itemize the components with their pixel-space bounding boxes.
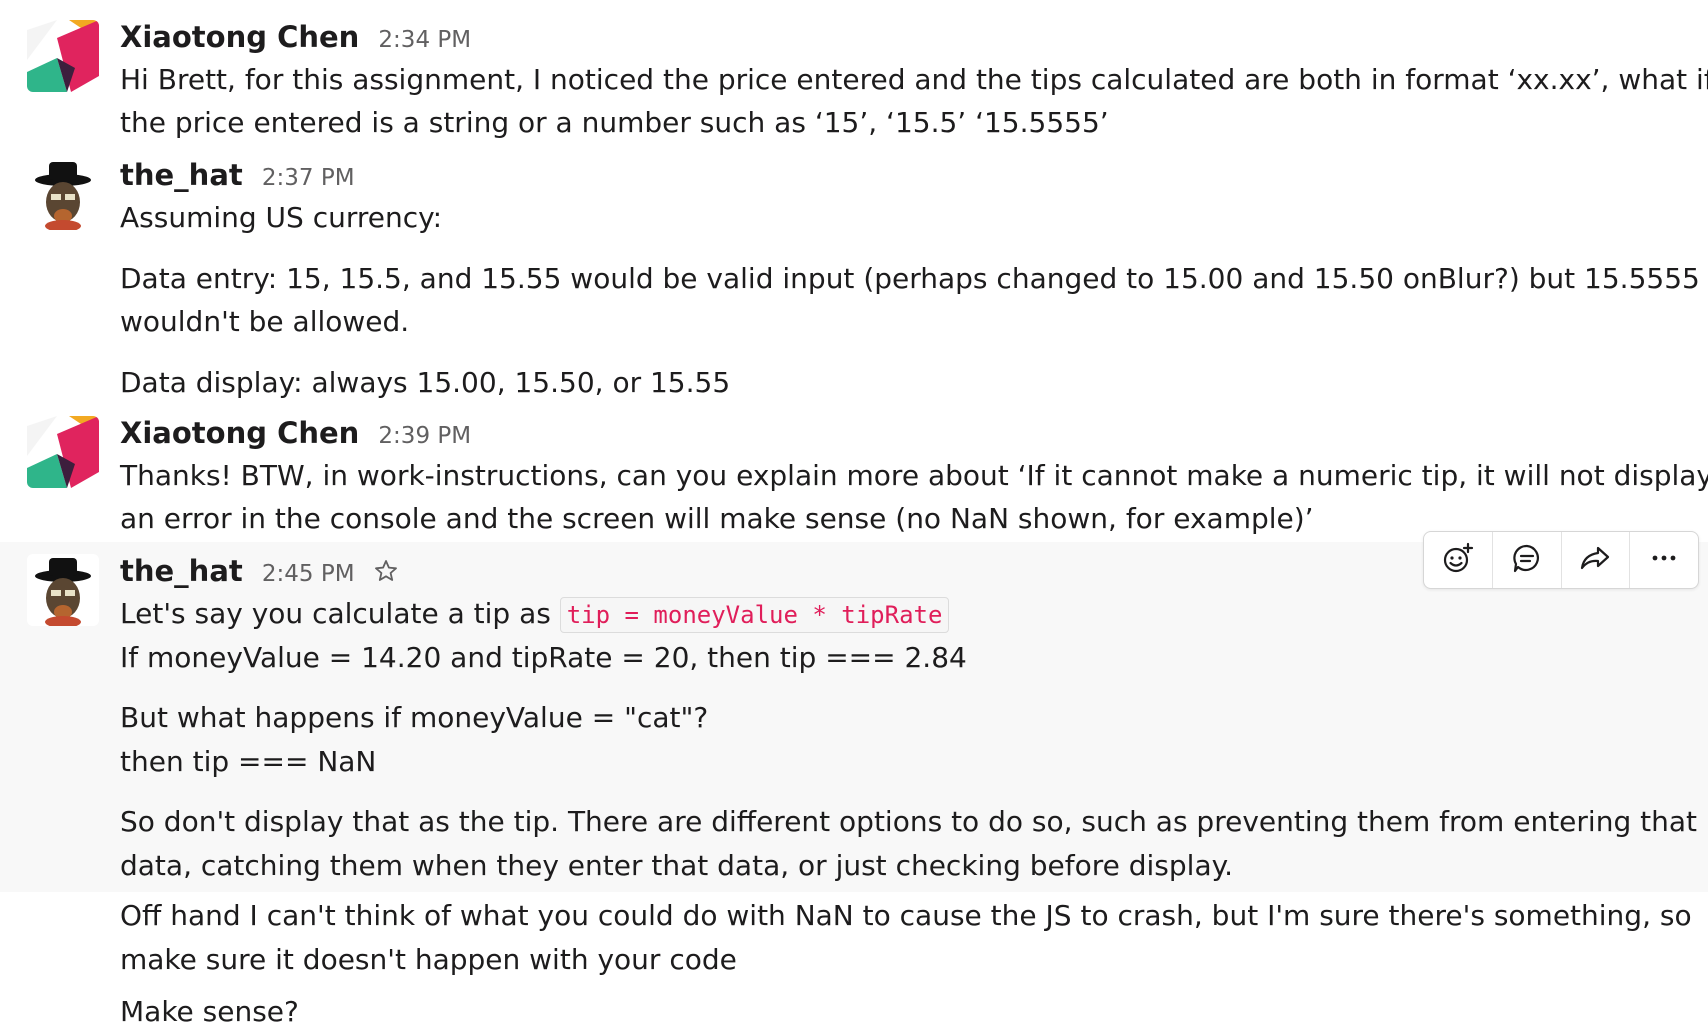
message-item: Xiaotong Chen 2:34 PM Hi Brett, for this… bbox=[0, 0, 1708, 140]
share-message-icon bbox=[1578, 541, 1612, 579]
xiaotong-avatar[interactable] bbox=[27, 20, 99, 92]
message-timestamp[interactable]: 2:34 PM bbox=[378, 27, 471, 53]
message-header: the_hat 2:45 PM bbox=[120, 554, 398, 594]
message-text: But what happens if moneyValue = "cat"? bbox=[120, 701, 709, 734]
message-timestamp[interactable]: 2:45 PM bbox=[262, 561, 355, 587]
message-item: Off hand I can't think of what you could… bbox=[0, 892, 1708, 1034]
message-text: data, catching them when they enter that… bbox=[120, 849, 1234, 882]
sender-name[interactable]: the_hat bbox=[120, 158, 243, 192]
more-actions-icon bbox=[1647, 541, 1681, 579]
share-message-button[interactable] bbox=[1562, 532, 1631, 588]
sender-name[interactable]: Xiaotong Chen bbox=[120, 20, 359, 54]
message-text: So don't display that as the tip. There … bbox=[120, 805, 1697, 838]
message-header: the_hat 2:37 PM bbox=[120, 158, 355, 198]
message-text: Make sense? bbox=[120, 995, 299, 1028]
message-text: an error in the console and the screen w… bbox=[120, 502, 1314, 535]
message-item: Xiaotong Chen 2:39 PM Thanks! BTW, in wo… bbox=[0, 400, 1708, 542]
message-header: Xiaotong Chen 2:39 PM bbox=[120, 416, 471, 456]
add-reaction-button[interactable] bbox=[1424, 532, 1493, 588]
message-header: Xiaotong Chen 2:34 PM bbox=[120, 20, 471, 60]
sender-name[interactable]: the_hat bbox=[120, 554, 243, 588]
message-item: the_hat 2:37 PM Assuming US currency: Da… bbox=[0, 140, 1708, 400]
message-actions-toolbar bbox=[1423, 531, 1699, 589]
message-text: Data display: always 15.00, 15.50, or 15… bbox=[120, 366, 731, 399]
message-text: Thanks! BTW, in work-instructions, can y… bbox=[120, 459, 1708, 492]
message-item[interactable]: the_hat 2:45 PM Let's say you calculate … bbox=[0, 542, 1708, 892]
inline-code: tip = moneyValue * tipRate bbox=[559, 597, 950, 633]
message-timestamp[interactable]: 2:37 PM bbox=[262, 165, 355, 191]
more-actions-button[interactable] bbox=[1630, 532, 1698, 588]
message-text: the price entered is a string or a numbe… bbox=[120, 106, 1109, 139]
sender-name[interactable]: Xiaotong Chen bbox=[120, 416, 359, 450]
star-icon[interactable] bbox=[374, 559, 398, 587]
message-text: Hi Brett, for this assignment, I noticed… bbox=[120, 63, 1708, 96]
reply-thread-button[interactable] bbox=[1493, 532, 1562, 588]
code-prefix: Let's say you calculate a tip as bbox=[120, 597, 551, 630]
message-list: Xiaotong Chen 2:34 PM Hi Brett, for this… bbox=[0, 0, 1708, 1034]
message-text: make sure it doesn't happen with your co… bbox=[120, 943, 737, 976]
message-text: Assuming US currency: bbox=[120, 201, 443, 234]
hat-avatar[interactable] bbox=[27, 158, 99, 230]
add-reaction-icon bbox=[1441, 541, 1475, 579]
message-text: Let's say you calculate a tip as tip = m… bbox=[120, 592, 1588, 637]
message-text: Data entry: 15, 15.5, and 15.55 would be… bbox=[120, 262, 1700, 295]
message-text: If moneyValue = 14.20 and tipRate = 20, … bbox=[120, 641, 967, 674]
xiaotong-avatar[interactable] bbox=[27, 416, 99, 488]
message-text: wouldn't be allowed. bbox=[120, 305, 410, 338]
hat-avatar[interactable] bbox=[27, 554, 99, 626]
reply-thread-icon bbox=[1510, 541, 1544, 579]
message-text: then tip === NaN bbox=[120, 745, 377, 778]
message-timestamp[interactable]: 2:39 PM bbox=[378, 423, 471, 449]
message-text: Off hand I can't think of what you could… bbox=[120, 899, 1692, 932]
